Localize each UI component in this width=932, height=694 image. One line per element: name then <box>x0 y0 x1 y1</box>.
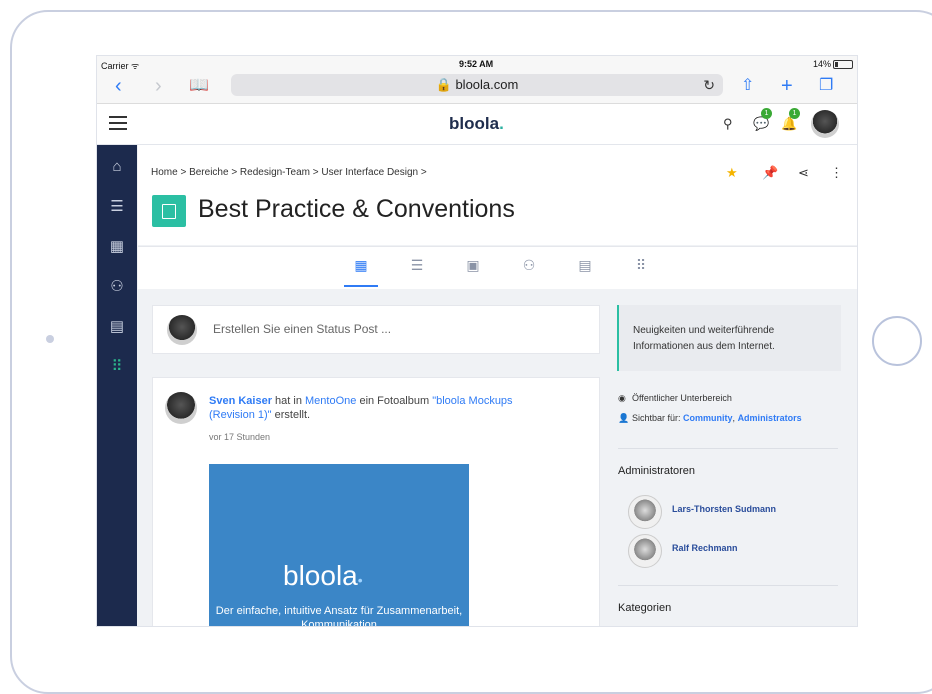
tabs-icon[interactable]: ❐ <box>819 75 833 97</box>
menu-icon[interactable] <box>109 116 127 130</box>
user-avatar <box>167 315 197 345</box>
admins-title: Administratoren <box>618 465 696 477</box>
book-icon[interactable]: 📖 <box>189 75 209 97</box>
post-text-part: erstellt. <box>271 409 311 421</box>
page-type-icon <box>152 195 186 227</box>
document-icon[interactable]: ▤ <box>107 317 127 337</box>
page-header: Home > Bereiche > Redesign-Team > User I… <box>138 145 857 245</box>
status-post-placeholder: Erstellen Sie einen Status Post ... <box>213 322 392 336</box>
author-link[interactable]: Sven Kaiser <box>209 395 272 407</box>
feed-post: Sven Kaiser hat in MentoOne ein Fotoalbu… <box>152 377 600 627</box>
status-post-box[interactable]: Erstellen Sie einen Status Post ... <box>152 305 600 354</box>
camera-dot <box>46 335 54 343</box>
star-icon[interactable]: ★ <box>726 165 738 181</box>
visible-for-info: 👤 Sichtbar für: Community, Administrators <box>618 413 802 423</box>
user-lock-icon: 👤 <box>618 413 630 423</box>
app-header: bloola. ⚲ 💬 1 🔔 1 <box>97 104 857 145</box>
tab-members[interactable]: ⚇ <box>512 257 546 274</box>
share-icon[interactable]: ⇧ <box>741 75 754 97</box>
status-bar: Carrier ᯤ 9:52 AM 14% <box>97 56 857 71</box>
visibility-label: Öffentlicher Unterbereich <box>632 393 732 403</box>
battery-icon <box>833 60 854 70</box>
tab-overview[interactable]: ▦ <box>344 257 378 287</box>
browser-toolbar: ‹ › 📖 🔒 bloola.com ↻ ⇧ + ❐ <box>97 71 857 104</box>
tab-calendar[interactable]: ▣ <box>456 257 490 274</box>
post-text-part: hat in <box>271 395 306 407</box>
admin-name: Ralf Rechmann <box>672 543 738 553</box>
user-avatar[interactable] <box>811 110 839 138</box>
album-logo-text: bloola <box>283 560 358 591</box>
visibility-info: ◉ Öffentlicher Unterbereich <box>618 393 732 404</box>
album-caption: Der einfache, intuitive Ansatz für Zusam… <box>215 605 463 627</box>
breadcrumb[interactable]: Home > Bereiche > Redesign-Team > User I… <box>151 167 427 178</box>
info-text: Neuigkeiten und weiterführende Informati… <box>633 325 775 352</box>
post-text: Sven Kaiser hat in MentoOne ein Fotoalbu… <box>209 394 539 422</box>
community-link[interactable]: Community <box>683 413 733 423</box>
place-link[interactable]: MentoOne <box>305 395 356 407</box>
album-logo: bloola• <box>283 560 363 591</box>
calendar-icon[interactable]: ▦ <box>107 237 127 257</box>
home-button[interactable] <box>872 316 922 366</box>
author-avatar[interactable] <box>165 392 197 424</box>
logo[interactable]: bloola. <box>449 114 504 134</box>
list-icon[interactable]: ☰ <box>107 197 127 217</box>
battery-percent: 14% <box>813 59 832 69</box>
sidebar: ⌂ ☰ ▦ ⚇ ▤ ⠿ <box>97 145 137 626</box>
reload-icon[interactable]: ↻ <box>703 74 715 96</box>
post-text-part: ein Fotoalbum <box>356 395 433 407</box>
logo-text: bloola <box>449 114 500 133</box>
screen: Carrier ᯤ 9:52 AM 14% ‹ › 📖 🔒 bloola.com… <box>96 55 858 627</box>
chat-badge: 1 <box>761 108 772 119</box>
admin-avatar <box>628 495 662 529</box>
page-title: Best Practice & Conventions <box>198 195 515 223</box>
chevron-right-icon[interactable]: › <box>155 75 162 97</box>
post-timestamp: vor 17 Stunden <box>209 432 271 442</box>
categories-title: Kategorien <box>618 602 672 614</box>
chevron-left-icon[interactable]: ‹ <box>115 75 122 97</box>
info-box: Neuigkeiten und weiterführende Informati… <box>617 305 841 371</box>
tab-apps[interactable]: ⠿ <box>624 257 658 274</box>
eye-icon: ◉ <box>618 393 626 403</box>
battery: 14% <box>813 59 854 70</box>
people-icon[interactable]: ⚇ <box>107 277 127 297</box>
section-tabs: ▦ ☰ ▣ ⚇ ▤ ⠿ <box>138 246 857 289</box>
divider <box>618 448 838 449</box>
main-content: Home > Bereiche > Redesign-Team > User I… <box>138 145 857 626</box>
pin-icon[interactable]: 📌 <box>762 165 778 181</box>
admin-avatar <box>628 534 662 568</box>
admin-name: Lars-Thorsten Sudmann <box>672 504 777 514</box>
album-preview[interactable]: bloola• Der einfache, intuitive Ansatz f… <box>209 464 469 627</box>
url-bar[interactable]: 🔒 bloola.com ↻ <box>231 74 723 96</box>
apps-icon[interactable]: ⠿ <box>107 357 127 377</box>
clock: 9:52 AM <box>459 59 494 69</box>
plus-icon[interactable]: + <box>781 75 793 97</box>
administrators-link[interactable]: Administrators <box>738 413 802 423</box>
url-text: 🔒 bloola.com <box>435 77 519 92</box>
notification-badge: 1 <box>789 108 800 119</box>
tab-documents[interactable]: ▤ <box>568 257 602 274</box>
visible-for-label: Sichtbar für: <box>632 413 681 423</box>
share-icon[interactable]: ⋖ <box>798 165 809 181</box>
tab-list[interactable]: ☰ <box>400 257 434 274</box>
divider <box>618 585 838 586</box>
search-icon[interactable]: ⚲ <box>723 116 733 132</box>
home-icon[interactable]: ⌂ <box>107 157 127 177</box>
more-icon[interactable]: ⋮ <box>830 165 843 181</box>
